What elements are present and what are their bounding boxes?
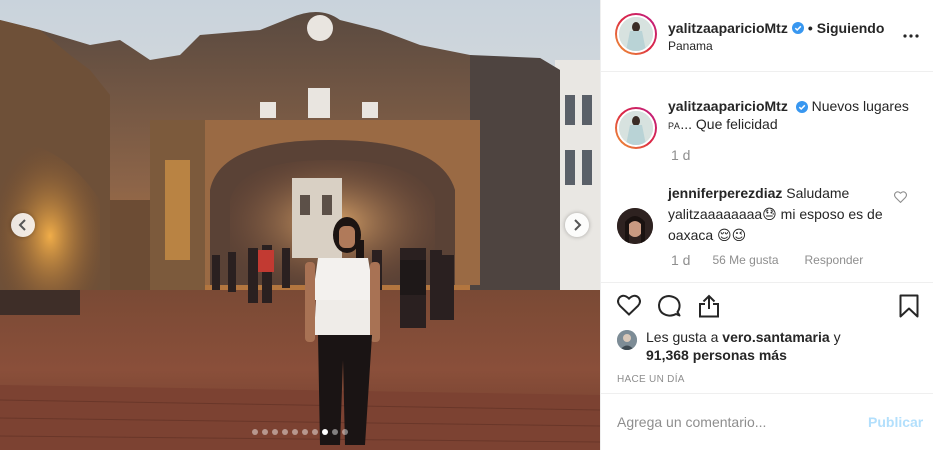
caption-username[interactable]: yalitzaaparicioMtz <box>668 98 788 114</box>
verified-badge-icon <box>795 101 808 114</box>
chevron-left-icon <box>18 219 26 231</box>
post-side-panel: yalitzaaparicioMtz • Siguiendo Panama ya… <box>600 0 933 450</box>
follow-button[interactable]: Siguiendo <box>817 20 885 36</box>
caption-author-avatar[interactable] <box>615 107 657 149</box>
add-comment-bar: Publicar <box>601 393 933 450</box>
carousel-dot <box>342 429 348 435</box>
heart-icon[interactable] <box>617 294 641 316</box>
carousel-dot <box>292 429 298 435</box>
post-header: yalitzaaparicioMtz • Siguiendo Panama <box>601 0 933 72</box>
carousel-dot <box>312 429 318 435</box>
likes-prefix: Les gusta a <box>646 329 723 345</box>
publish-button[interactable]: Publicar <box>868 414 923 430</box>
comment-meta: 1 d 56 Me gusta Responder <box>671 252 863 268</box>
carousel-next-button[interactable] <box>565 213 589 237</box>
comment-item: jenniferperezdiaz Saludame yalitzaaaaaaa… <box>668 183 898 246</box>
carousel-dot <box>322 429 328 435</box>
caption-time[interactable]: 1 d <box>671 147 690 163</box>
comment-time[interactable]: 1 d <box>671 252 690 268</box>
carousel-dot <box>282 429 288 435</box>
comment-input[interactable] <box>617 410 847 434</box>
comment-bubble-icon[interactable] <box>657 294 681 318</box>
author-username[interactable]: yalitzaaparicioMtz <box>668 20 788 36</box>
chevron-right-icon <box>574 219 582 231</box>
carousel-dot <box>262 429 268 435</box>
likes-summary: Les gusta a vero.santamaria y 91,368 per… <box>646 328 846 364</box>
post-actions: Les gusta a vero.santamaria y 91,368 per… <box>601 282 933 392</box>
post-time-ago[interactable]: HACE UN DÍA <box>617 374 685 385</box>
author-avatar[interactable] <box>615 13 657 55</box>
more-options-button[interactable] <box>901 26 921 46</box>
carousel-indicator <box>252 429 348 435</box>
more-options-icon <box>903 34 919 38</box>
verified-badge-icon <box>791 22 804 34</box>
liker-username[interactable]: vero.santamaria <box>722 329 829 345</box>
comments-section: yalitzaaparicioMtz Nuevos lugares PA... … <box>601 72 933 282</box>
carousel-dot <box>272 429 278 435</box>
author-line: yalitzaaparicioMtz • Siguiendo <box>668 20 884 36</box>
caption-text-small: PA <box>668 121 681 131</box>
caption-text-1: Nuevos lugares <box>811 98 909 114</box>
bookmark-icon[interactable] <box>899 294 919 318</box>
carousel-dot <box>302 429 308 435</box>
post-caption: yalitzaaparicioMtz Nuevos lugares PA... … <box>668 97 918 135</box>
reply-button[interactable]: Responder <box>805 253 864 267</box>
post-media[interactable] <box>0 0 600 450</box>
comment-likes[interactable]: 56 Me gusta <box>712 253 778 267</box>
post-photo <box>0 0 600 450</box>
carousel-dot <box>332 429 338 435</box>
liker-avatar[interactable] <box>617 330 637 350</box>
header-separator: • <box>807 20 813 36</box>
comment-username[interactable]: jenniferperezdiaz <box>668 185 782 201</box>
carousel-prev-button[interactable] <box>11 213 35 237</box>
instagram-post: yalitzaaparicioMtz • Siguiendo Panama ya… <box>0 0 933 450</box>
liked-by: Les gusta a vero.santamaria y 91,368 per… <box>617 328 846 364</box>
likes-count[interactable]: 91,368 personas más <box>646 347 787 363</box>
commenter-avatar[interactable] <box>617 208 653 244</box>
post-location[interactable]: Panama <box>668 39 713 53</box>
caption-text-2: ... Que felicidad <box>680 116 778 132</box>
carousel-dot <box>252 429 258 435</box>
share-icon[interactable] <box>698 294 720 318</box>
comment-like-icon[interactable] <box>894 191 907 203</box>
likes-suffix: y <box>829 329 841 345</box>
